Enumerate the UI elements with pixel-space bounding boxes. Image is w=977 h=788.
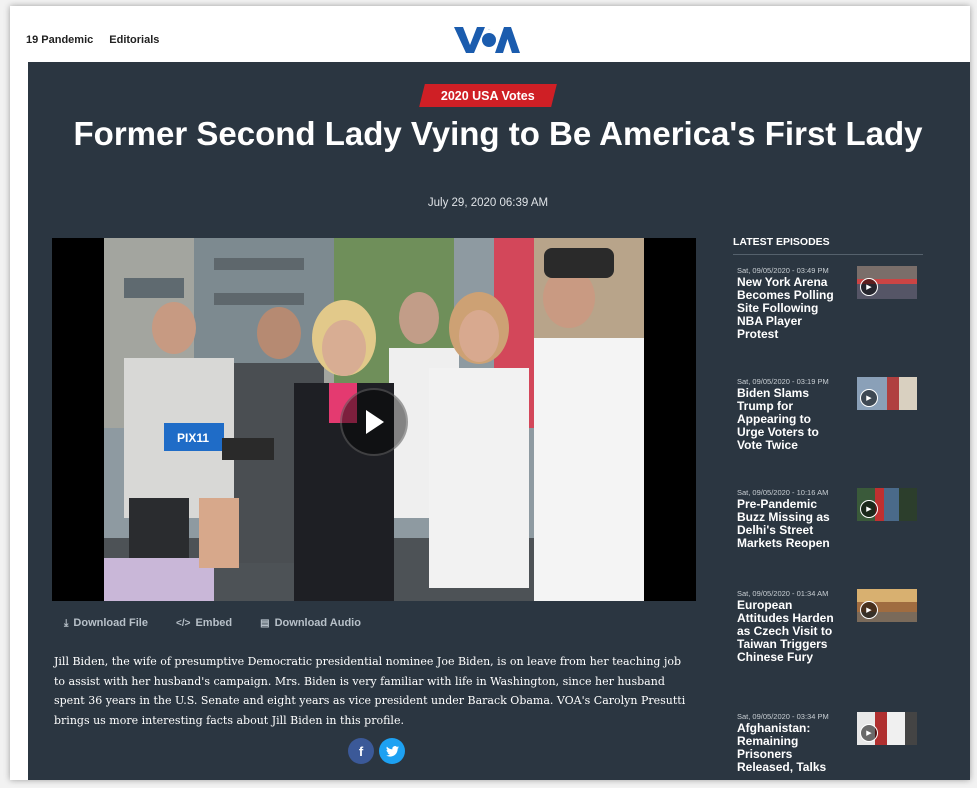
- play-icon: ▶: [860, 278, 878, 296]
- embed-button[interactable]: </> Embed: [176, 617, 232, 629]
- category-label: 2020 USA Votes: [441, 88, 535, 103]
- logo-text: VOA: [488, 28, 490, 31]
- episode-title[interactable]: Biden Slams Trump for Appearing to Urge …: [737, 387, 841, 452]
- twitter-share-button[interactable]: t: [379, 738, 405, 764]
- episode-item[interactable]: Sat, 09/05/2020 - 03:49 PM New York Aren…: [737, 266, 927, 341]
- nav-item-pandemic[interactable]: 19 Pandemic: [26, 34, 93, 46]
- facebook-share-button[interactable]: f: [348, 738, 374, 764]
- episode-item[interactable]: Sat, 09/05/2020 - 03:34 PM Afghanistan: …: [737, 712, 927, 774]
- play-button[interactable]: [340, 388, 408, 456]
- episode-thumbnail[interactable]: ▶: [857, 488, 917, 521]
- play-icon: ▶: [860, 389, 878, 407]
- play-icon: ▶: [860, 500, 878, 518]
- twitter-icon: [385, 745, 399, 757]
- article-description: Jill Biden, the wife of presumptive Demo…: [54, 655, 686, 727]
- episode-title[interactable]: European Attitudes Harden as Czech Visit…: [737, 599, 841, 664]
- play-icon: [366, 410, 384, 434]
- episode-thumbnail[interactable]: ▶: [857, 266, 917, 299]
- play-icon: ▶: [860, 724, 878, 742]
- video-player[interactable]: PIX11: [52, 238, 696, 601]
- top-nav: 19 Pandemic Editorials: [26, 34, 159, 46]
- episode-title[interactable]: Afghanistan: Remaining Prisoners Release…: [737, 722, 841, 774]
- episode-title[interactable]: New York Arena Becomes Polling Site Foll…: [737, 276, 841, 341]
- episode-thumbnail[interactable]: ▶: [857, 377, 917, 410]
- code-icon: </>: [175, 617, 191, 629]
- episode-item[interactable]: Sat, 09/05/2020 - 10:16 AM Pre-Pandemic …: [737, 488, 927, 550]
- download-file-label: Download File: [73, 617, 148, 629]
- episode-title[interactable]: Pre-Pandemic Buzz Missing as Delhi's Str…: [737, 498, 841, 550]
- file-icon: ▤: [260, 617, 270, 629]
- download-icon: ⤓: [64, 617, 69, 629]
- sidebar-title: LATEST EPISODES: [733, 236, 830, 248]
- episode-item[interactable]: Sat, 09/05/2020 - 03:19 PM Biden Slams T…: [737, 377, 927, 452]
- nav-item-editorials[interactable]: Editorials: [109, 34, 159, 46]
- page-title: Former Second Lady Vying to Be America's…: [73, 115, 923, 152]
- download-audio-label: Download Audio: [274, 617, 361, 629]
- site-header: 19 Pandemic Editorials VOA: [10, 6, 970, 62]
- publish-date: July 29, 2020 06:39 AM: [427, 197, 549, 209]
- episode-item[interactable]: Sat, 09/05/2020 - 01:34 AM European Atti…: [737, 589, 927, 664]
- embed-label: Embed: [195, 617, 233, 629]
- mic-label: PIX11: [177, 431, 209, 445]
- media-tools: ⤓ Download File </> Embed ▤ Download Aud…: [64, 617, 361, 629]
- article-section: 2020 USA Votes Former Second Lady Vying …: [28, 62, 970, 780]
- share-buttons: f t: [348, 738, 405, 764]
- voa-logo[interactable]: VOA: [452, 24, 520, 54]
- episode-thumbnail[interactable]: ▶: [857, 589, 917, 622]
- category-badge[interactable]: 2020 USA Votes: [419, 84, 557, 107]
- browser-page: 19 Pandemic Editorials VOA 2020 USA Vote…: [10, 6, 970, 780]
- download-file-button[interactable]: ⤓ Download File: [64, 617, 148, 629]
- play-icon: ▶: [860, 601, 878, 619]
- download-audio-button[interactable]: ▤ Download Audio: [260, 617, 361, 629]
- sidebar-divider: [733, 254, 923, 255]
- episode-thumbnail[interactable]: ▶: [857, 712, 917, 745]
- facebook-icon: f: [358, 743, 364, 759]
